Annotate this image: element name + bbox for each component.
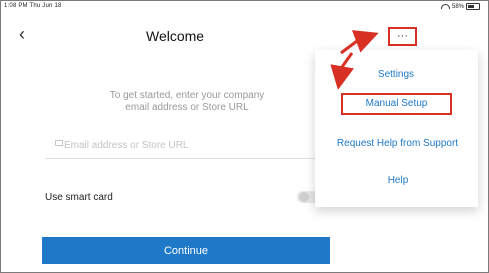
email-input[interactable] bbox=[64, 136, 304, 154]
battery-percent: 58% bbox=[451, 3, 464, 10]
status-time: 1:08 PM Thu Jun 18 bbox=[4, 3, 62, 9]
smart-card-label: Use smart card bbox=[45, 192, 113, 203]
chevron-left-icon[interactable]: ‹ bbox=[19, 25, 25, 43]
menu-item-settings[interactable]: Settings bbox=[366, 69, 426, 80]
continue-button[interactable]: Continue bbox=[42, 237, 330, 264]
toggle-knob bbox=[299, 192, 309, 202]
menu-item-manual-setup[interactable]: Manual Setup bbox=[341, 93, 452, 115]
smart-card-row: Use smart card bbox=[45, 187, 335, 207]
email-field bbox=[45, 136, 331, 159]
menu-item-support[interactable]: Request Help from Support bbox=[325, 138, 470, 149]
intro-line-2: email address or Store URL bbox=[125, 102, 249, 113]
mail-icon bbox=[55, 140, 63, 146]
app-frame: 1:08 PM Thu Jun 18 58% ‹ Welcome To get … bbox=[0, 0, 489, 273]
wifi-icon bbox=[440, 4, 450, 9]
status-indicators: 58% bbox=[440, 3, 480, 10]
status-bar: 1:08 PM Thu Jun 18 58% bbox=[1, 1, 488, 13]
intro-line-1: To get started, enter your company bbox=[109, 90, 265, 101]
intro-text: To get started, enter your company email… bbox=[87, 90, 287, 114]
battery-icon bbox=[466, 3, 480, 10]
overflow-menu: Settings Manual Setup Request Help from … bbox=[315, 50, 478, 207]
ellipsis-icon[interactable]: ··· bbox=[388, 27, 417, 46]
menu-item-help[interactable]: Help bbox=[378, 175, 418, 186]
page-title: Welcome bbox=[146, 28, 205, 44]
